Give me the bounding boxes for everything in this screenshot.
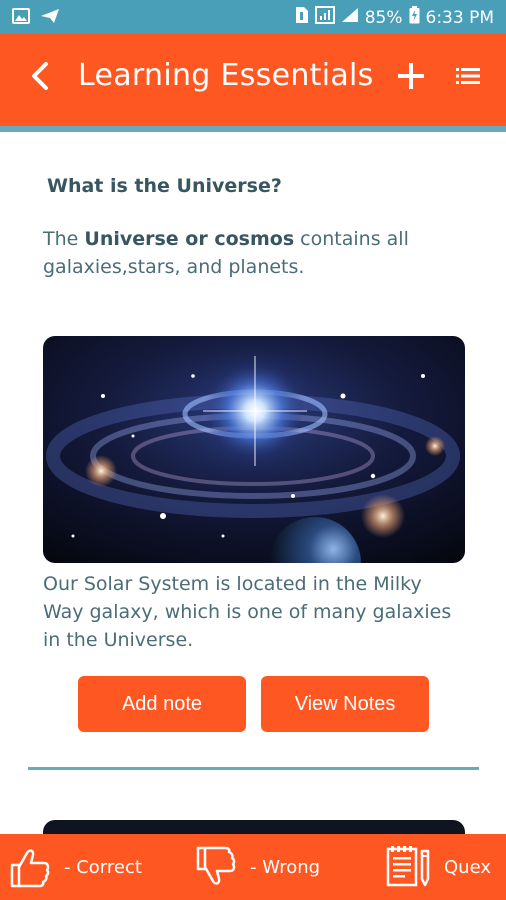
intro-paragraph: The Universe or cosmos contains all gala… [43, 225, 463, 281]
quex-label: Quex [444, 856, 491, 878]
add-note-button[interactable]: Add note [78, 676, 246, 732]
next-image-card [43, 820, 465, 834]
view-notes-button[interactable]: View Notes [261, 676, 429, 732]
menu-button[interactable] [452, 58, 484, 94]
thumbs-down-icon [196, 846, 236, 885]
wrong-label: - Wrong [250, 856, 321, 878]
add-button[interactable] [392, 56, 430, 96]
correct-label: - Correct [64, 856, 142, 878]
cell-signal-icon [341, 7, 359, 28]
image-caption: Our Solar System is located in the Milky… [43, 573, 452, 651]
clock: 6:33 PM [425, 7, 495, 28]
battery-percent: 85% [364, 7, 403, 28]
page-title: Learning Essentials [78, 58, 374, 93]
intro-bold: Universe or cosmos [84, 228, 295, 250]
plus-icon [398, 63, 424, 89]
back-button[interactable] [22, 56, 58, 96]
send-notification-icon [40, 8, 60, 28]
list-menu-icon [456, 68, 480, 84]
wrong-button[interactable]: - Wrong [194, 842, 320, 892]
universe-image [43, 336, 465, 563]
chevron-left-icon [32, 62, 48, 90]
app-bar: Learning Essentials [0, 34, 506, 126]
battery-charging-icon [409, 6, 420, 29]
correct-button[interactable]: - Correct [8, 842, 142, 892]
question-heading: What is the Universe? [47, 175, 282, 197]
thumbs-up-icon [10, 849, 50, 888]
notebook-pencil-icon [386, 846, 430, 887]
gallery-notification-icon [12, 8, 30, 28]
intro-prefix: The [43, 228, 85, 250]
signal-box-icon [314, 6, 335, 29]
sim-icon [295, 6, 309, 29]
lesson-content[interactable]: What is the Universe? The Universe or co… [0, 132, 506, 834]
status-bar: 85% 6:33 PM [0, 0, 506, 34]
answer-bar: - Correct - Wrong Quex [0, 834, 506, 900]
section-divider [28, 767, 479, 770]
quex-button[interactable]: Quex [386, 842, 491, 892]
